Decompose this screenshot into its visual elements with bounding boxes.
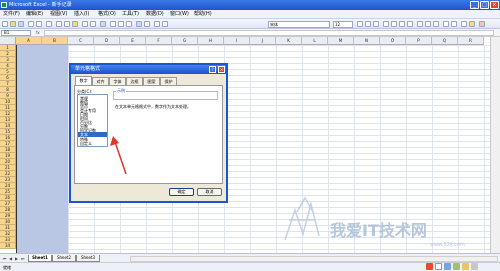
arrow-shaft [114, 141, 127, 175]
arrow-head [110, 136, 119, 146]
excel-window: Microsoft Excel - 新手记录 _ □ × 文件(F) 编辑(E)… [0, 0, 500, 271]
annotation-arrow-icon [110, 136, 127, 175]
